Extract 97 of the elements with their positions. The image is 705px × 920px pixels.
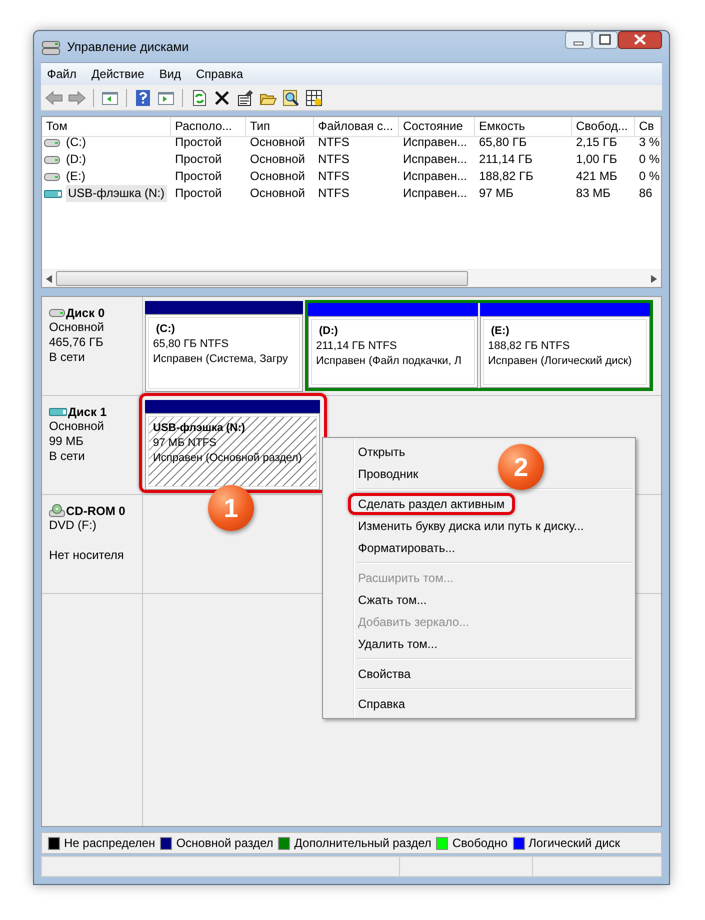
column-header[interactable]: Том — [42, 117, 171, 137]
magnifier-icon[interactable] — [282, 88, 300, 106]
table-cell: 83 МБ — [576, 185, 611, 202]
menu-item[interactable]: Действие — [92, 67, 144, 81]
column-header[interactable]: Располо... — [171, 117, 246, 137]
table-cell: Исправен... — [403, 168, 468, 185]
table-cell: 211,14 ГБ — [479, 151, 533, 168]
window-title: Управление дисками — [67, 40, 189, 54]
menu-item[interactable]: Удалить том... — [358, 633, 438, 655]
disk-size: 465,76 ГБ — [49, 335, 104, 350]
table-cell: NTFS — [318, 185, 350, 202]
disk-status: В сети — [49, 449, 86, 464]
table-cell: Основной — [250, 168, 306, 185]
help-icon[interactable] — [134, 88, 152, 106]
partition-title: (E:) — [490, 324, 510, 339]
disk-name: Диск 1 — [68, 404, 107, 418]
partition-size: 65,80 ГБ NTFS — [153, 337, 230, 352]
partition-status: Исправен (Логический диск) — [488, 354, 633, 369]
table-cell: Основной — [250, 185, 306, 202]
table-cell: NTFS — [318, 168, 350, 185]
table-cell: 421 МБ — [576, 168, 618, 185]
menu-item[interactable]: Изменить букву диска или путь к диску... — [358, 515, 584, 537]
partition-title: (D:) — [318, 324, 339, 339]
volume-name[interactable]: USB-флэшка (N:) — [66, 185, 167, 202]
disk-status: В сети — [49, 350, 86, 365]
partition-size: 211,14 ГБ NTFS — [316, 339, 398, 354]
disk-size: 99 МБ — [49, 434, 85, 449]
table-cell: 65,80 ГБ — [479, 134, 527, 151]
menu-item[interactable]: Файл — [47, 67, 77, 81]
menu-item[interactable]: Справка — [196, 67, 244, 81]
optical-drive-icon — [49, 504, 65, 518]
scroll-left-icon[interactable] — [46, 274, 52, 282]
partition-title: (C:) — [155, 322, 176, 337]
table-cell: 0 % — [639, 168, 660, 185]
table-cell: 1,00 ГБ — [576, 151, 618, 168]
column-header[interactable]: Состояние — [399, 117, 475, 137]
menu-item[interactable]: Сжать том... — [358, 589, 427, 611]
table-cell: Простой — [175, 185, 222, 202]
menu-item[interactable]: Сделать раздел активным — [348, 493, 515, 515]
disk-status: Нет носителя — [49, 548, 125, 563]
legend-label: Не распределен — [64, 836, 156, 850]
menu-item[interactable]: Вид — [159, 67, 181, 81]
scroll-right-icon[interactable] — [651, 274, 657, 282]
volume-name[interactable]: (D:) — [64, 151, 88, 168]
table-cell: Простой — [175, 151, 222, 168]
menu-item[interactable]: Свойства — [358, 663, 411, 685]
horizontal-scrollbar[interactable] — [42, 269, 661, 287]
column-header[interactable]: Файловая с... — [314, 117, 399, 137]
table-cell: 0 % — [639, 151, 660, 168]
back-arrow-icon[interactable] — [45, 88, 63, 106]
table-cell: Основной — [250, 151, 306, 168]
table-cell: Простой — [175, 134, 222, 151]
table-cell: Основной — [250, 134, 306, 151]
volume-name[interactable]: (C:) — [64, 134, 88, 151]
column-header[interactable]: Емкость — [475, 117, 572, 137]
column-header[interactable]: Св — [635, 117, 661, 137]
legend-label: Логический диск — [528, 836, 620, 850]
properties-icon[interactable] — [236, 88, 254, 106]
table-cell: Исправен... — [403, 151, 468, 168]
disk-type: Основной — [49, 320, 106, 335]
table-cell: Исправен... — [403, 185, 468, 202]
table-cell: 3 % — [639, 134, 660, 151]
partition-title: USB-флэшка (N:) — [153, 421, 246, 436]
partition-status: Исправен (Файл подкачки, Л — [316, 354, 463, 369]
grid-icon[interactable] — [305, 88, 323, 106]
partition-size: 188,82 ГБ NTFS — [488, 339, 571, 354]
table-cell: Простой — [175, 168, 222, 185]
disk-type: Основной — [49, 419, 106, 434]
disk-name: Диск 0 — [66, 306, 105, 320]
disk-type: DVD (F:) — [49, 518, 98, 533]
legend-label: Основной раздел — [176, 836, 274, 850]
table-cell: 2,15 ГБ — [576, 134, 618, 151]
maximize-button[interactable] — [592, 31, 618, 49]
table-cell: 97 МБ — [479, 185, 514, 202]
column-header[interactable]: Тип — [246, 117, 314, 137]
minimize-button[interactable] — [565, 31, 592, 49]
menu-item[interactable]: Справка — [358, 693, 406, 715]
partition-size: 97 МБ NTFS — [153, 436, 218, 451]
table-cell: NTFS — [318, 134, 350, 151]
close-button[interactable] — [618, 31, 662, 49]
partition-status: Исправен (Система, Загру — [153, 352, 289, 367]
refresh-icon[interactable] — [190, 88, 208, 106]
partition-status: Исправен (Основной раздел) — [153, 451, 303, 466]
forward-arrow-icon[interactable] — [68, 88, 86, 106]
volume-name[interactable]: (E:) — [64, 168, 88, 185]
table-cell: 188,82 ГБ — [479, 168, 534, 185]
table-cell: Исправен... — [403, 134, 468, 151]
menu-item[interactable]: Открыть — [358, 441, 406, 463]
legend-label: Свободно — [452, 836, 508, 850]
column-header[interactable]: Свобод... — [572, 117, 635, 137]
menu-item[interactable]: Форматировать... — [358, 537, 456, 559]
disk-name: CD-ROM 0 — [66, 504, 126, 518]
table-cell: 86 — [639, 185, 652, 202]
delete-icon[interactable] — [213, 88, 231, 106]
table-cell: NTFS — [318, 151, 350, 168]
legend-label: Дополнительный раздел — [294, 836, 432, 850]
menu-item[interactable]: Проводник — [358, 463, 418, 485]
